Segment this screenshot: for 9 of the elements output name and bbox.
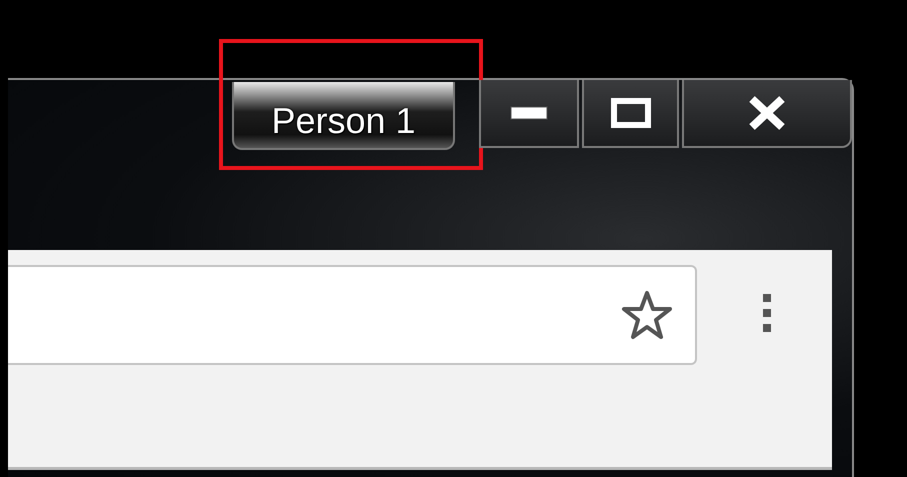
maximize-icon [610, 98, 650, 128]
close-icon [747, 96, 787, 130]
star-icon[interactable] [621, 290, 673, 340]
close-button[interactable] [682, 80, 852, 148]
profile-button[interactable]: Person 1 [232, 82, 455, 150]
minimize-button[interactable] [479, 80, 579, 148]
menu-icon[interactable] [761, 293, 773, 333]
maximize-button[interactable] [582, 80, 679, 148]
minimize-icon [510, 106, 548, 120]
